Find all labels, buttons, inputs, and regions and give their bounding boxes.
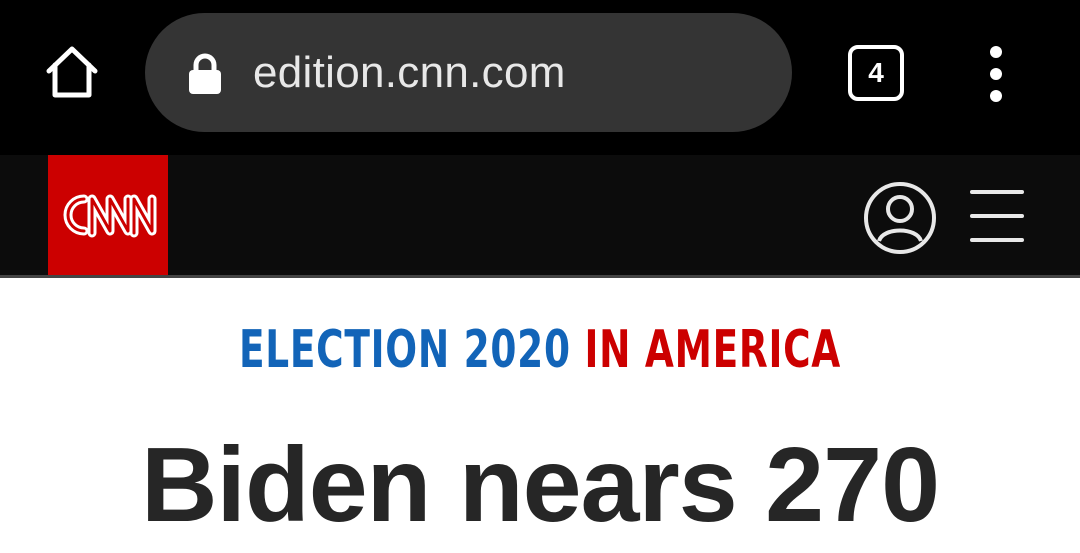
home-button[interactable] xyxy=(40,40,104,104)
tab-count: 4 xyxy=(868,57,884,88)
lock-icon xyxy=(189,53,221,94)
browser-toolbar: edition.cnn.com 4 xyxy=(0,0,1080,155)
cnn-logo-mark xyxy=(63,194,157,238)
hamburger-menu-icon[interactable] xyxy=(970,188,1024,244)
site-header xyxy=(0,155,1080,278)
address-bar[interactable]: edition.cnn.com xyxy=(145,13,792,132)
account-icon[interactable] xyxy=(863,181,937,255)
section-kicker[interactable]: ELECTION 2020 IN AMERICA xyxy=(151,318,929,382)
more-vert-icon[interactable] xyxy=(976,44,1016,104)
home-icon xyxy=(46,46,98,98)
headline[interactable]: Biden nears 270 xyxy=(0,425,1080,545)
kicker-election: ELECTION 2020 xyxy=(238,320,571,380)
url-text[interactable]: edition.cnn.com xyxy=(253,47,566,99)
cnn-logo[interactable] xyxy=(48,155,168,275)
kicker-america: IN AMERICA xyxy=(584,320,841,380)
tab-switcher-button[interactable]: 4 xyxy=(848,45,904,101)
